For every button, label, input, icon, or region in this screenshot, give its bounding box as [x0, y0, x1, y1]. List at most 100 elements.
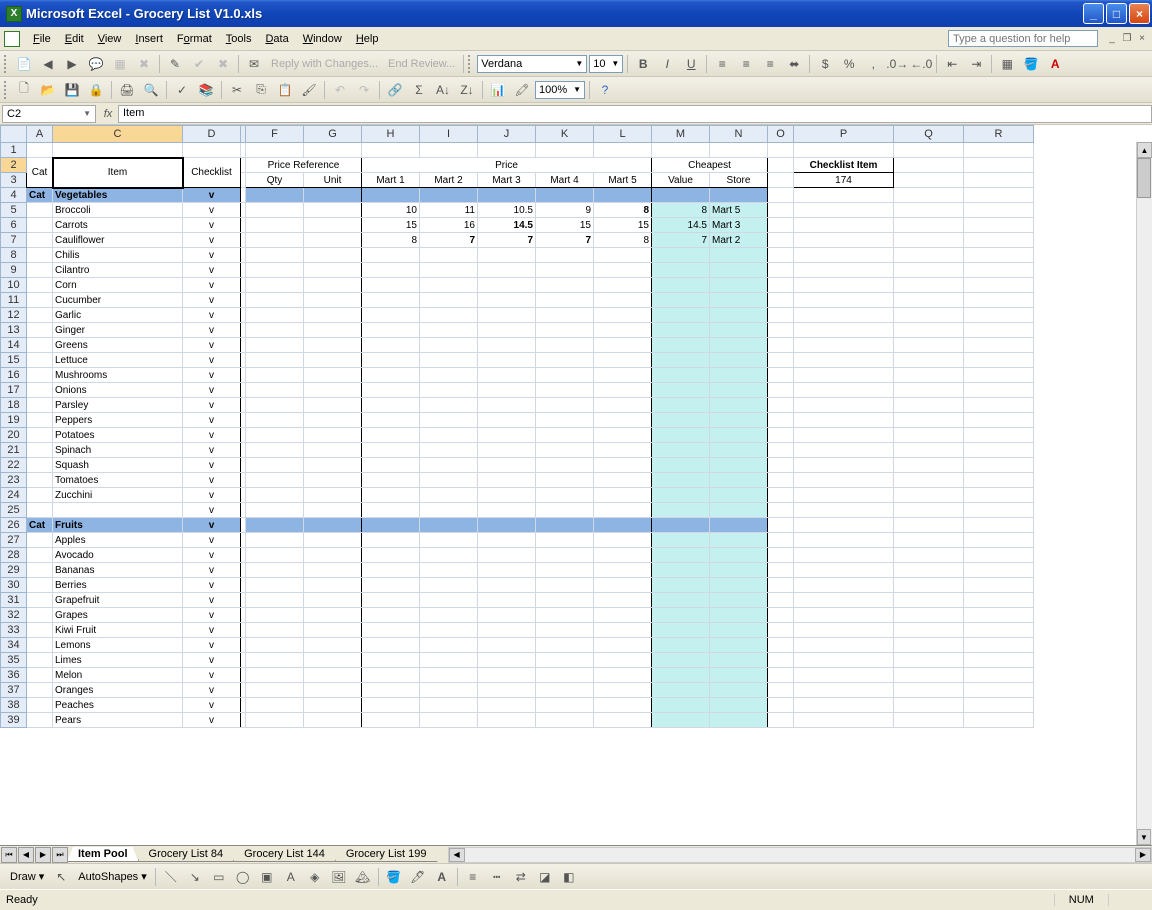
menu-edit[interactable]: Edit — [58, 30, 91, 48]
cell[interactable]: 15 — [594, 218, 652, 233]
cell[interactable]: Bananas — [53, 563, 183, 578]
track-changes-icon[interactable]: ✎ — [164, 53, 186, 75]
line-style-icon[interactable]: ≡ — [462, 866, 484, 888]
sort-asc-icon[interactable]: A↓ — [432, 79, 454, 101]
cell[interactable]: Mart 2 — [710, 233, 768, 248]
cell[interactable]: 15 — [362, 218, 420, 233]
menu-data[interactable]: Data — [258, 30, 295, 48]
cell[interactable]: Pears — [53, 713, 183, 728]
fill-color-draw-icon[interactable]: 🪣 — [383, 866, 405, 888]
cell[interactable] — [710, 473, 768, 488]
row-header[interactable]: 39 — [1, 713, 27, 728]
font-size-selector[interactable]: 10▼ — [589, 55, 623, 73]
cell[interactable]: 8 — [594, 203, 652, 218]
cell[interactable]: Mart 2 — [420, 173, 478, 188]
cell[interactable] — [27, 683, 53, 698]
cell[interactable] — [27, 638, 53, 653]
row-header[interactable]: 15 — [1, 353, 27, 368]
cell[interactable] — [594, 248, 652, 263]
cell[interactable] — [27, 668, 53, 683]
cell[interactable]: Broccoli — [53, 203, 183, 218]
cell[interactable] — [594, 338, 652, 353]
menu-file[interactable]: File — [26, 30, 58, 48]
cell[interactable] — [27, 563, 53, 578]
cell[interactable] — [362, 458, 420, 473]
row-header[interactable]: 5 — [1, 203, 27, 218]
cell[interactable] — [652, 278, 710, 293]
cell[interactable]: 16 — [420, 218, 478, 233]
row-header[interactable]: 30 — [1, 578, 27, 593]
cell[interactable] — [53, 503, 183, 518]
cell[interactable]: v — [183, 593, 241, 608]
cell[interactable] — [362, 293, 420, 308]
cell[interactable] — [536, 488, 594, 503]
cell[interactable] — [362, 323, 420, 338]
cell[interactable] — [53, 143, 183, 158]
cell[interactable]: v — [183, 248, 241, 263]
doc-minimize-button[interactable]: _ — [1106, 33, 1118, 45]
row-header[interactable]: 23 — [1, 473, 27, 488]
paste-icon[interactable]: 📋 — [274, 79, 296, 101]
col-D[interactable]: D — [183, 126, 241, 143]
cell[interactable]: 14.5 — [652, 218, 710, 233]
cell[interactable]: Cucumber — [53, 293, 183, 308]
cell[interactable] — [710, 338, 768, 353]
cell[interactable]: Mart 1 — [362, 173, 420, 188]
scroll-thumb[interactable] — [1137, 158, 1151, 198]
dash-style-icon[interactable]: ┅ — [486, 866, 508, 888]
cell[interactable]: v — [183, 623, 241, 638]
cell[interactable] — [478, 503, 536, 518]
cell[interactable] — [420, 443, 478, 458]
cell[interactable]: v — [183, 578, 241, 593]
cell[interactable]: Peppers — [53, 413, 183, 428]
fill-color-icon[interactable]: 🪣 — [1020, 53, 1042, 75]
cell[interactable] — [478, 383, 536, 398]
cell[interactable] — [478, 278, 536, 293]
cell[interactable]: v — [183, 503, 241, 518]
cell[interactable] — [710, 383, 768, 398]
cell[interactable] — [964, 143, 1034, 158]
cell[interactable] — [478, 308, 536, 323]
cell[interactable]: v — [183, 488, 241, 503]
tab-grocery-84[interactable]: Grocery List 84 — [138, 847, 235, 862]
cell[interactable] — [710, 413, 768, 428]
cell[interactable]: 8 — [652, 203, 710, 218]
cell[interactable] — [594, 308, 652, 323]
cell[interactable] — [710, 488, 768, 503]
cell[interactable]: Carrots — [53, 218, 183, 233]
row-header[interactable]: 19 — [1, 413, 27, 428]
cell[interactable] — [27, 503, 53, 518]
cell[interactable] — [536, 368, 594, 383]
cell[interactable] — [362, 353, 420, 368]
cell[interactable]: Apples — [53, 533, 183, 548]
draw-menu[interactable]: Draw ▾ — [6, 870, 48, 883]
cell[interactable]: v — [183, 353, 241, 368]
cell[interactable] — [27, 623, 53, 638]
reply-changes-button[interactable]: Reply with Changes... — [267, 58, 382, 70]
cell[interactable] — [362, 488, 420, 503]
cell[interactable] — [536, 383, 594, 398]
menu-tools[interactable]: Tools — [219, 30, 259, 48]
cell[interactable]: Peaches — [53, 698, 183, 713]
cell[interactable]: v — [183, 338, 241, 353]
vertical-scrollbar[interactable]: ▲ ▼ — [1136, 142, 1152, 845]
cell[interactable] — [420, 353, 478, 368]
cell[interactable] — [594, 143, 652, 158]
cell[interactable]: 7 — [478, 233, 536, 248]
cell[interactable] — [362, 308, 420, 323]
cell[interactable]: 7 — [420, 233, 478, 248]
cell[interactable] — [27, 368, 53, 383]
next-icon[interactable]: ▶ — [61, 53, 83, 75]
cell[interactable]: Grapes — [53, 608, 183, 623]
cell[interactable]: v — [183, 683, 241, 698]
cell[interactable]: v — [183, 563, 241, 578]
cell[interactable]: Store — [710, 173, 768, 188]
cell[interactable]: v — [183, 608, 241, 623]
row-header[interactable]: 21 — [1, 443, 27, 458]
cell[interactable]: Mart 3 — [478, 173, 536, 188]
cell[interactable]: Oranges — [53, 683, 183, 698]
cell[interactable] — [420, 263, 478, 278]
copy-icon[interactable]: ⎘ — [250, 79, 272, 101]
cell[interactable] — [652, 428, 710, 443]
cell[interactable]: Cat — [27, 188, 53, 203]
